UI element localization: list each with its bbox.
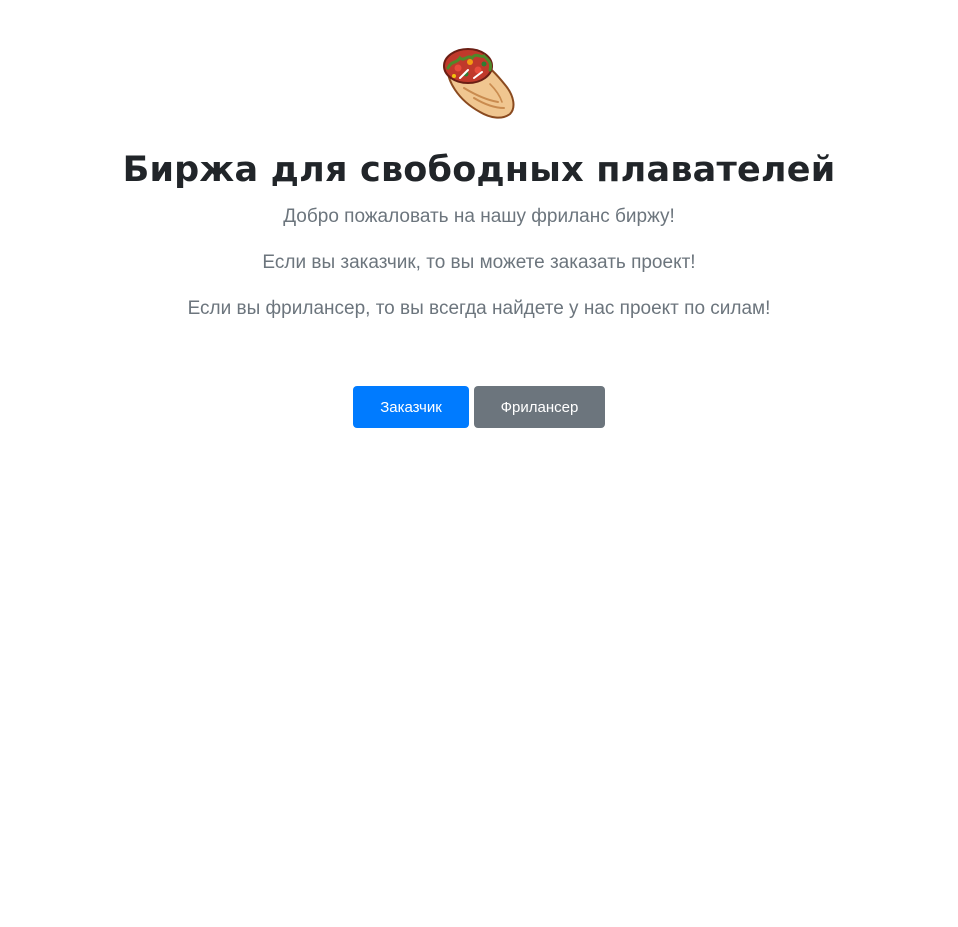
freelancer-info-text: Если вы фрилансер, то вы всегда найдете … <box>187 298 771 319</box>
role-buttons: Заказчик Фрилансер <box>0 386 958 428</box>
page-title: Биржа для свободных плавателей <box>122 150 836 190</box>
customer-button[interactable]: Заказчик <box>353 386 469 428</box>
page: Биржа для свободных плавателей Добро пож… <box>0 0 958 927</box>
freelancer-button[interactable]: Фрилансер <box>474 386 605 428</box>
burrito-icon <box>440 44 520 124</box>
welcome-text: Добро пожаловать на нашу фриланс биржу! <box>283 206 675 227</box>
customer-info-text: Если вы заказчик, то вы можете заказать … <box>262 252 696 273</box>
